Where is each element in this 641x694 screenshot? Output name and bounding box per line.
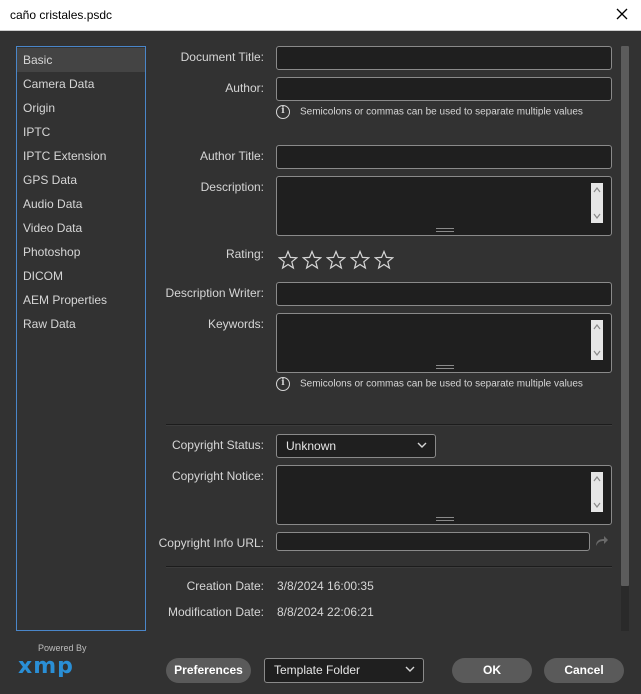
resize-grip[interactable] [436, 365, 454, 369]
author-hint: i Semicolons or commas can be used to sep… [276, 105, 583, 119]
cancel-button[interactable]: Cancel [544, 658, 624, 683]
copyright-notice-scrollbar[interactable] [591, 472, 603, 512]
copyright-notice-label: Copyright Notice: [171, 469, 264, 483]
sidebar-item-photoshop[interactable]: Photoshop [17, 240, 145, 264]
description-textarea[interactable] [276, 176, 612, 236]
template-folder-value: Template Folder [274, 663, 361, 677]
keywords-label: Keywords: [207, 317, 264, 331]
sidebar-item-raw-data[interactable]: Raw Data [17, 312, 145, 336]
copyright-status-dropdown[interactable]: Unknown [276, 434, 436, 458]
info-icon: i [276, 105, 290, 119]
sidebar: Basic Camera Data Origin IPTC IPTC Exten… [16, 46, 146, 631]
info-icon: i [276, 377, 290, 391]
sidebar-item-basic[interactable]: Basic [17, 48, 145, 72]
xmp-logo-icon: xmp [18, 655, 74, 677]
xmp-logo-brand: xmp [18, 655, 74, 677]
star-1-icon[interactable] [278, 250, 298, 270]
author-title-label: Author Title: [199, 149, 264, 163]
sidebar-item-video-data[interactable]: Video Data [17, 216, 145, 240]
author-title-field[interactable] [276, 145, 612, 169]
copyright-notice-textarea[interactable] [276, 465, 612, 525]
scrollbar-thumb[interactable] [621, 46, 629, 586]
scroll-up-icon[interactable] [593, 475, 601, 483]
document-title-field[interactable] [276, 46, 612, 70]
scroll-down-icon[interactable] [593, 349, 601, 357]
sidebar-item-iptc-extension[interactable]: IPTC Extension [17, 144, 145, 168]
copyright-status-value: Unknown [286, 439, 337, 453]
star-3-icon[interactable] [326, 250, 346, 270]
description-scrollbar[interactable] [591, 183, 603, 223]
chevron-down-icon [417, 442, 427, 448]
modification-date-value: 8/8/2024 22:06:21 [277, 605, 374, 619]
window-title: caño cristales.psdc [10, 8, 113, 22]
scroll-down-icon[interactable] [593, 501, 601, 509]
resize-grip[interactable] [436, 517, 454, 521]
scroll-down-icon[interactable] [593, 212, 601, 220]
description-writer-field[interactable] [276, 282, 612, 306]
sidebar-item-camera-data[interactable]: Camera Data [17, 72, 145, 96]
star-5-icon[interactable] [374, 250, 394, 270]
sidebar-item-origin[interactable]: Origin [17, 96, 145, 120]
star-2-icon[interactable] [302, 250, 322, 270]
sidebar-item-audio-data[interactable]: Audio Data [17, 192, 145, 216]
title-bar: caño cristales.psdc [0, 0, 641, 31]
close-icon[interactable] [613, 5, 631, 23]
resize-grip[interactable] [436, 228, 454, 232]
sidebar-item-iptc[interactable]: IPTC [17, 120, 145, 144]
keywords-hint: i Semicolons or commas can be used to sep… [276, 377, 583, 391]
rating-stars [278, 250, 398, 270]
scroll-up-icon[interactable] [593, 323, 601, 331]
star-4-icon[interactable] [350, 250, 370, 270]
copyright-url-field[interactable] [276, 532, 590, 551]
creation-date-label: Creation Date: [186, 579, 264, 593]
author-label: Author: [225, 81, 264, 95]
section-divider [166, 424, 612, 426]
author-field[interactable] [276, 77, 612, 101]
sidebar-item-aem-properties[interactable]: AEM Properties [17, 288, 145, 312]
sidebar-item-dicom[interactable]: DICOM [17, 264, 145, 288]
document-title-label: Document Title: [180, 50, 264, 64]
modification-date-label: Modification Date: [167, 605, 264, 619]
keywords-scrollbar[interactable] [591, 320, 603, 360]
keywords-textarea[interactable] [276, 313, 612, 373]
main-scrollbar[interactable] [621, 46, 629, 631]
creation-date-value: 3/8/2024 16:00:35 [277, 579, 374, 593]
rating-label: Rating: [225, 247, 264, 261]
scroll-up-icon[interactable] [593, 186, 601, 194]
description-writer-label: Description Writer: [165, 286, 264, 300]
template-folder-dropdown[interactable]: Template Folder [264, 658, 424, 683]
copyright-url-label: Copyright Info URL: [158, 536, 264, 550]
powered-by-text: Powered By [38, 643, 87, 653]
ok-button[interactable]: OK [452, 658, 532, 683]
copyright-status-label: Copyright Status: [171, 438, 264, 452]
chevron-down-icon [405, 666, 415, 672]
section-divider [166, 566, 612, 568]
go-to-url-icon[interactable] [595, 535, 609, 547]
sidebar-item-gps-data[interactable]: GPS Data [17, 168, 145, 192]
description-label: Description: [200, 180, 264, 194]
preferences-button[interactable]: Preferences [166, 658, 251, 683]
